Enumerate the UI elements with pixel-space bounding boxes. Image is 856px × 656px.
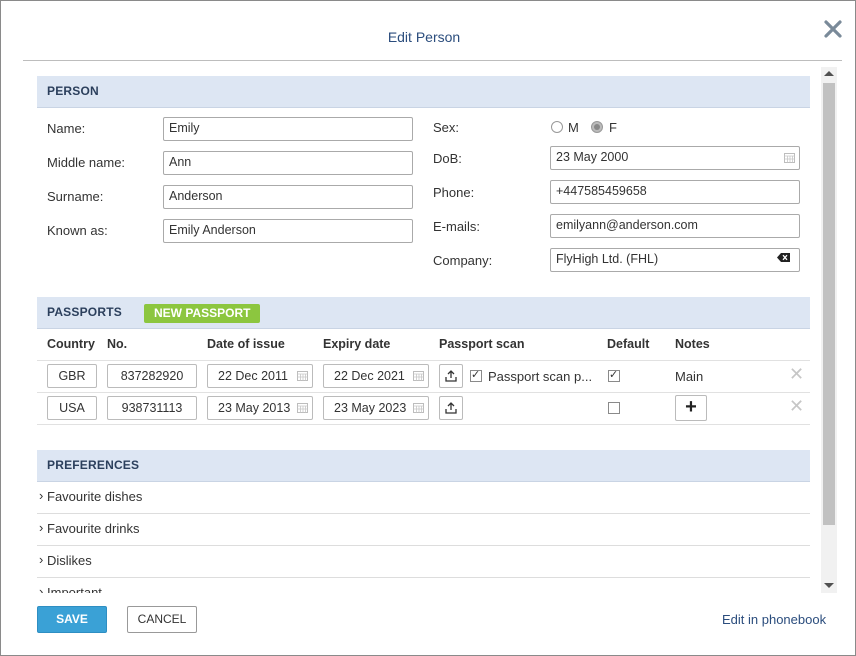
surname-input[interactable]: Anderson	[163, 185, 413, 209]
table-header-divider	[37, 360, 810, 361]
edit-in-phonebook-link[interactable]: Edit in phonebook	[722, 612, 826, 627]
col-date-of-issue: Date of issue	[207, 337, 285, 351]
chevron-right-icon: ›	[39, 584, 44, 593]
passport-1-country[interactable]: GBR	[47, 364, 97, 388]
pref-item-label: Important	[47, 585, 102, 593]
col-passport-scan: Passport scan	[439, 337, 525, 351]
col-expiry-date: Expiry date	[323, 337, 391, 351]
sex-m-label: M	[568, 120, 579, 135]
col-number: No.	[107, 337, 128, 351]
pref-item-label: Dislikes	[47, 553, 92, 568]
sex-f-label: F	[609, 120, 617, 135]
passport-2-number[interactable]: 938731113	[107, 396, 197, 420]
company-value: FlyHigh Ltd. (FHL)	[556, 252, 659, 266]
name-input[interactable]: Emily	[163, 117, 413, 141]
phone-label: Phone:	[433, 185, 475, 200]
person-section-header: PERSON	[37, 76, 810, 108]
chevron-right-icon: ›	[39, 552, 44, 567]
passports-section-label: PASSPORTS	[47, 305, 122, 319]
sex-label: Sex:	[433, 120, 460, 135]
name-label: Name:	[47, 121, 86, 136]
company-input[interactable]: FlyHigh Ltd. (FHL)	[550, 248, 800, 272]
plus-icon: +	[685, 396, 697, 418]
title-divider	[23, 60, 842, 61]
dialog-title: Edit Person	[387, 29, 461, 45]
pref-item-important[interactable]: › Important	[37, 577, 810, 593]
pref-item-favourite-drinks[interactable]: › Favourite drinks	[37, 513, 810, 546]
cancel-button[interactable]: CANCEL	[127, 606, 197, 633]
preferences-section-label: PREFERENCES	[47, 458, 140, 472]
passport-2-default-checkbox[interactable]	[608, 402, 620, 414]
new-passport-button[interactable]: NEW PASSPORT	[144, 304, 261, 323]
passport-1-scan-checkbox[interactable]	[470, 368, 482, 382]
col-country: Country	[47, 337, 95, 351]
scrollbar-thumb[interactable]	[823, 83, 835, 525]
delete-x-icon[interactable]: ✕	[789, 364, 804, 385]
passport-2-expiry-value: 23 May 2023	[334, 401, 407, 415]
sex-m-radio[interactable]	[551, 121, 563, 133]
company-label: Company:	[433, 253, 493, 268]
passports-section-header: PASSPORTS NEW PASSPORT	[37, 297, 810, 329]
col-notes: Notes	[675, 337, 710, 351]
close-icon[interactable]	[821, 17, 845, 41]
passport-1-issue-value: 22 Dec 2011	[218, 369, 288, 383]
phone-input[interactable]: +447585459658	[550, 180, 800, 204]
upload-icon	[445, 370, 457, 382]
dob-input[interactable]: 23 May 2000	[550, 146, 800, 170]
pref-item-dislikes[interactable]: › Dislikes	[37, 545, 810, 578]
middle-name-label: Middle name:	[47, 155, 126, 170]
dob-value: 23 May 2000	[556, 150, 629, 164]
chevron-right-icon: ›	[39, 488, 44, 503]
edit-person-dialog: Edit Person PERSON Name: Emily Middle na…	[0, 0, 856, 656]
passport-1-number[interactable]: 837282920	[107, 364, 197, 388]
passport-2-issue-value: 23 May 2013	[218, 401, 291, 415]
passport-1-default-checkbox[interactable]	[608, 368, 620, 382]
col-default: Default	[607, 337, 650, 351]
passport-1-scan-label[interactable]: Passport scan p...	[488, 369, 592, 384]
surname-label: Surname:	[47, 189, 104, 204]
row-divider	[37, 424, 810, 425]
chevron-right-icon: ›	[39, 520, 44, 535]
known-as-input[interactable]: Emily Anderson	[163, 219, 413, 243]
emails-input[interactable]: emilyann@anderson.com	[550, 214, 800, 238]
calendar-icon[interactable]	[784, 153, 795, 163]
middle-name-input[interactable]: Ann	[163, 151, 413, 175]
known-as-label: Known as:	[47, 223, 108, 238]
scroll-up-arrow-icon[interactable]	[824, 71, 834, 76]
pref-item-favourite-dishes[interactable]: › Favourite dishes	[37, 481, 810, 514]
row-divider	[37, 392, 810, 393]
calendar-icon[interactable]	[413, 371, 424, 381]
emails-label: E-mails:	[433, 219, 480, 234]
calendar-icon[interactable]	[297, 403, 308, 413]
passport-1-upload-button[interactable]	[439, 364, 463, 388]
person-section-label: PERSON	[47, 84, 99, 98]
add-note-button[interactable]: +	[675, 395, 707, 421]
delete-x-icon[interactable]: ✕	[789, 396, 804, 417]
calendar-icon[interactable]	[297, 371, 308, 381]
scroll-down-arrow-icon[interactable]	[824, 583, 834, 588]
preferences-section-header: PREFERENCES	[37, 450, 810, 482]
pref-item-label: Favourite drinks	[47, 521, 140, 536]
dob-label: DoB:	[433, 151, 462, 166]
passport-1-notes: Main	[675, 369, 704, 384]
dialog-scroll-area[interactable]: PERSON Name: Emily Middle name: Ann Surn…	[23, 67, 839, 593]
passport-2-country[interactable]: USA	[47, 396, 97, 420]
passport-1-expiry-value: 22 Dec 2021	[334, 369, 405, 383]
pref-item-label: Favourite dishes	[47, 489, 143, 504]
upload-icon	[445, 402, 457, 414]
sex-f-radio[interactable]	[591, 121, 603, 133]
vertical-scrollbar[interactable]	[821, 67, 837, 593]
save-button[interactable]: SAVE	[37, 606, 107, 633]
calendar-icon[interactable]	[413, 403, 424, 413]
backspace-icon[interactable]	[777, 253, 790, 262]
passport-2-upload-button[interactable]	[439, 396, 463, 420]
